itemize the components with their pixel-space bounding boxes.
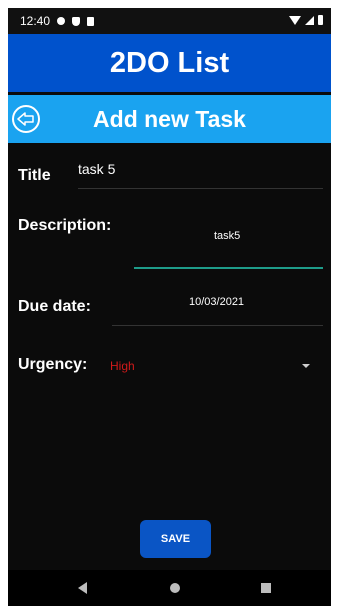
status-bar: 12:40 (8, 8, 331, 34)
gear-icon (57, 17, 66, 25)
battery-icon (318, 15, 323, 25)
save-button[interactable]: SAVE (140, 520, 211, 558)
nav-home-icon[interactable] (170, 583, 180, 593)
due-date-input[interactable]: 10/03/2021 (189, 296, 244, 308)
urgency-select[interactable]: High (110, 359, 135, 373)
sim-card-icon (87, 16, 95, 26)
page-header: Add new Task (8, 95, 331, 143)
chevron-down-icon[interactable] (302, 364, 310, 368)
status-right-icons (289, 15, 323, 25)
signal-icon (305, 15, 314, 25)
page-title: Add new Task (93, 106, 246, 132)
description-input[interactable]: task5 (214, 230, 240, 242)
app-title: 2DO List (109, 46, 230, 79)
shield-icon (72, 16, 81, 26)
title-label: Title (18, 167, 51, 184)
urgency-label: Urgency: (18, 356, 88, 373)
phone-screen: 12:40 2DO List Add new Task Title task 5… (8, 8, 331, 606)
wifi-icon (289, 15, 301, 25)
nav-recent-icon[interactable] (261, 583, 271, 593)
nav-back-icon[interactable] (78, 582, 87, 594)
title-input[interactable]: task 5 (78, 161, 115, 177)
system-nav-bar (8, 570, 331, 606)
due-date-label: Due date: (18, 298, 91, 315)
due-date-underline (112, 325, 323, 326)
title-underline (78, 188, 323, 189)
description-label: Description: (18, 217, 112, 234)
status-time: 12:40 (20, 14, 51, 28)
description-underline (134, 267, 323, 269)
app-title-bar: 2DO List (8, 34, 331, 92)
